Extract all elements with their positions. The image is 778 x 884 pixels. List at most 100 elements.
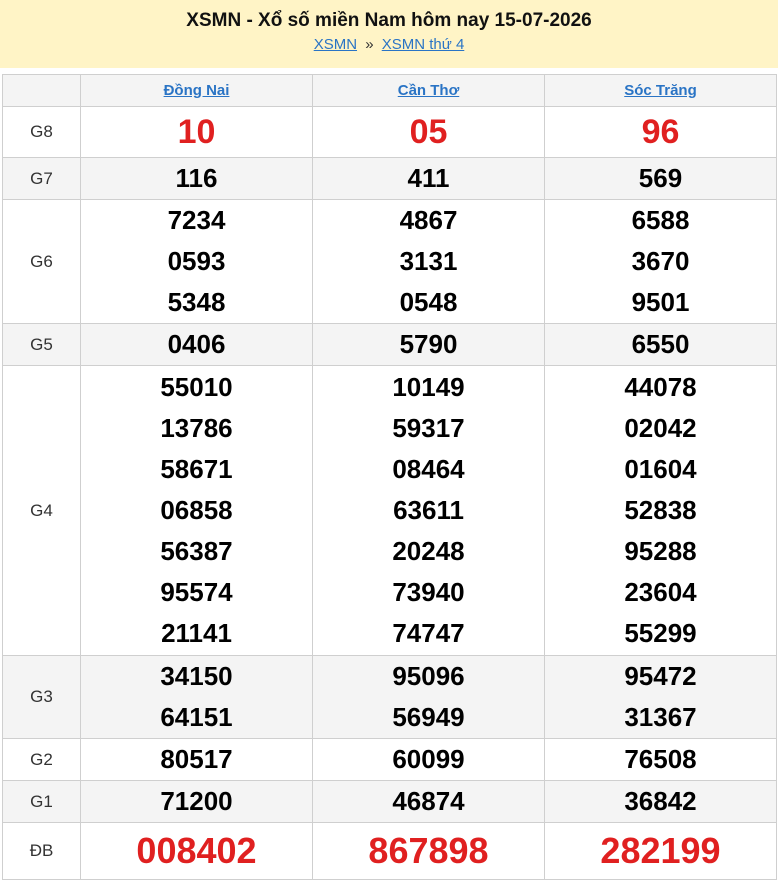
results-table: Đồng Nai Cần Thơ Sóc Trăng G8 10 05 96 G7 116… [2, 74, 777, 880]
prize-number: 13786 [160, 413, 233, 443]
prize-number: 56949 [392, 702, 465, 732]
prize-row: G3 34150 64151 95096 56949 95472 31367 [2, 655, 777, 739]
prize-number: 95574 [160, 577, 233, 607]
prize-number: 60099 [392, 744, 465, 774]
prize-number: 74747 [392, 618, 465, 648]
prize-cell: 36842 [544, 780, 777, 823]
prize-number: 73940 [392, 577, 465, 607]
prize-cell: 0406 [80, 323, 313, 366]
prize-number: 59317 [392, 413, 465, 443]
prize-number: 008402 [136, 830, 257, 871]
prize-number: 76508 [624, 744, 697, 774]
prize-number: 64151 [160, 702, 233, 732]
prize-number: 80517 [160, 744, 233, 774]
prize-cell: 95096 56949 [312, 655, 545, 739]
prize-number: 3131 [399, 246, 458, 276]
results-body: G8 10 05 96 G7 116 411 569 G6 7234 0593 5348 4867 313… [2, 106, 777, 880]
prize-number: 58671 [160, 454, 233, 484]
corner-cell [2, 74, 81, 107]
prize-number: 9501 [631, 287, 690, 317]
province-header: Cần Thơ [312, 74, 545, 107]
prize-number: 95472 [624, 661, 697, 691]
prize-number: 71200 [160, 786, 233, 816]
prize-number: 36842 [624, 786, 697, 816]
prize-number: 34150 [160, 661, 233, 691]
prize-number: 02042 [624, 413, 697, 443]
prize-cell: 008402 [80, 822, 313, 880]
breadcrumb: XSMN » XSMN thứ 4 [0, 36, 778, 53]
prize-label: G4 [2, 365, 81, 656]
prize-cell: 44078 02042 01604 52838 95288 23604 55299 [544, 365, 777, 656]
prize-label: G8 [2, 106, 81, 158]
prize-number: 31367 [624, 702, 697, 732]
prize-number: 23604 [624, 577, 697, 607]
prize-number: 20248 [392, 536, 465, 566]
prize-label: G6 [2, 199, 81, 324]
prize-cell: 10 [80, 106, 313, 158]
prize-number: 55010 [160, 372, 233, 402]
prize-row: G5 0406 5790 6550 [2, 323, 777, 366]
prize-row: G2 80517 60099 76508 [2, 738, 777, 781]
prize-number: 3670 [631, 246, 690, 276]
page-header: XSMN - Xổ số miền Nam hôm nay 15-07-2026… [0, 0, 778, 68]
prize-label: G3 [2, 655, 81, 739]
prize-cell: 05 [312, 106, 545, 158]
prize-number: 0406 [167, 329, 226, 359]
prize-number: 0548 [399, 287, 458, 317]
prize-number: 4867 [399, 205, 458, 235]
prize-number: 10149 [392, 372, 465, 402]
prize-number: 52838 [624, 495, 697, 525]
prize-row: ĐB 008402 867898 282199 [2, 822, 777, 880]
prize-cell: 60099 [312, 738, 545, 781]
prize-number: 116 [175, 163, 218, 193]
prize-number: 867898 [368, 830, 489, 871]
province-link-can-tho[interactable]: Cần Thơ [398, 82, 460, 99]
breadcrumb-xsmn-thu4-link[interactable]: XSMN thứ 4 [382, 36, 465, 53]
prize-number: 08464 [392, 454, 465, 484]
province-header-row: Đồng Nai Cần Thơ Sóc Trăng [2, 74, 777, 107]
prize-label: G7 [2, 157, 81, 200]
prize-row: G1 71200 46874 36842 [2, 780, 777, 823]
prize-number: 282199 [600, 830, 721, 871]
prize-row: G6 7234 0593 5348 4867 3131 0548 6588 3670 9501 [2, 199, 777, 324]
province-link-soc-trang[interactable]: Sóc Trăng [624, 82, 697, 99]
prize-cell: 96 [544, 106, 777, 158]
prize-number: 95096 [392, 661, 465, 691]
prize-cell: 80517 [80, 738, 313, 781]
prize-number: 10 [177, 113, 216, 151]
prize-cell: 95472 31367 [544, 655, 777, 739]
prize-number: 95288 [624, 536, 697, 566]
prize-cell: 46874 [312, 780, 545, 823]
breadcrumb-separator: » [365, 36, 374, 53]
prize-cell: 282199 [544, 822, 777, 880]
prize-number: 05 [409, 113, 448, 151]
prize-cell: 4867 3131 0548 [312, 199, 545, 324]
breadcrumb-xsmn-link[interactable]: XSMN [314, 36, 357, 53]
prize-number: 411 [407, 163, 450, 193]
prize-number: 56387 [160, 536, 233, 566]
page-title: XSMN - Xổ số miền Nam hôm nay 15-07-2026 [186, 10, 592, 31]
prize-label: G1 [2, 780, 81, 823]
prize-number: 6588 [631, 205, 690, 235]
prize-label: G2 [2, 738, 81, 781]
prize-cell: 34150 64151 [80, 655, 313, 739]
prize-number: 21141 [161, 618, 232, 648]
prize-row: G8 10 05 96 [2, 106, 777, 158]
prize-cell: 867898 [312, 822, 545, 880]
prize-label: G5 [2, 323, 81, 366]
prize-row: G7 116 411 569 [2, 157, 777, 200]
prize-number: 5790 [399, 329, 458, 359]
prize-number: 0593 [167, 246, 226, 276]
prize-cell: 76508 [544, 738, 777, 781]
prize-cell: 10149 59317 08464 63611 20248 73940 74747 [312, 365, 545, 656]
prize-cell: 71200 [80, 780, 313, 823]
prize-number: 01604 [624, 454, 697, 484]
prize-number: 569 [638, 163, 683, 193]
prize-number: 6550 [631, 329, 690, 359]
province-link-dong-nai[interactable]: Đồng Nai [164, 82, 230, 99]
province-header: Sóc Trăng [544, 74, 777, 107]
prize-number: 7234 [167, 205, 226, 235]
prize-number: 06858 [160, 495, 233, 525]
prize-number: 55299 [624, 618, 697, 648]
province-header: Đồng Nai [80, 74, 313, 107]
